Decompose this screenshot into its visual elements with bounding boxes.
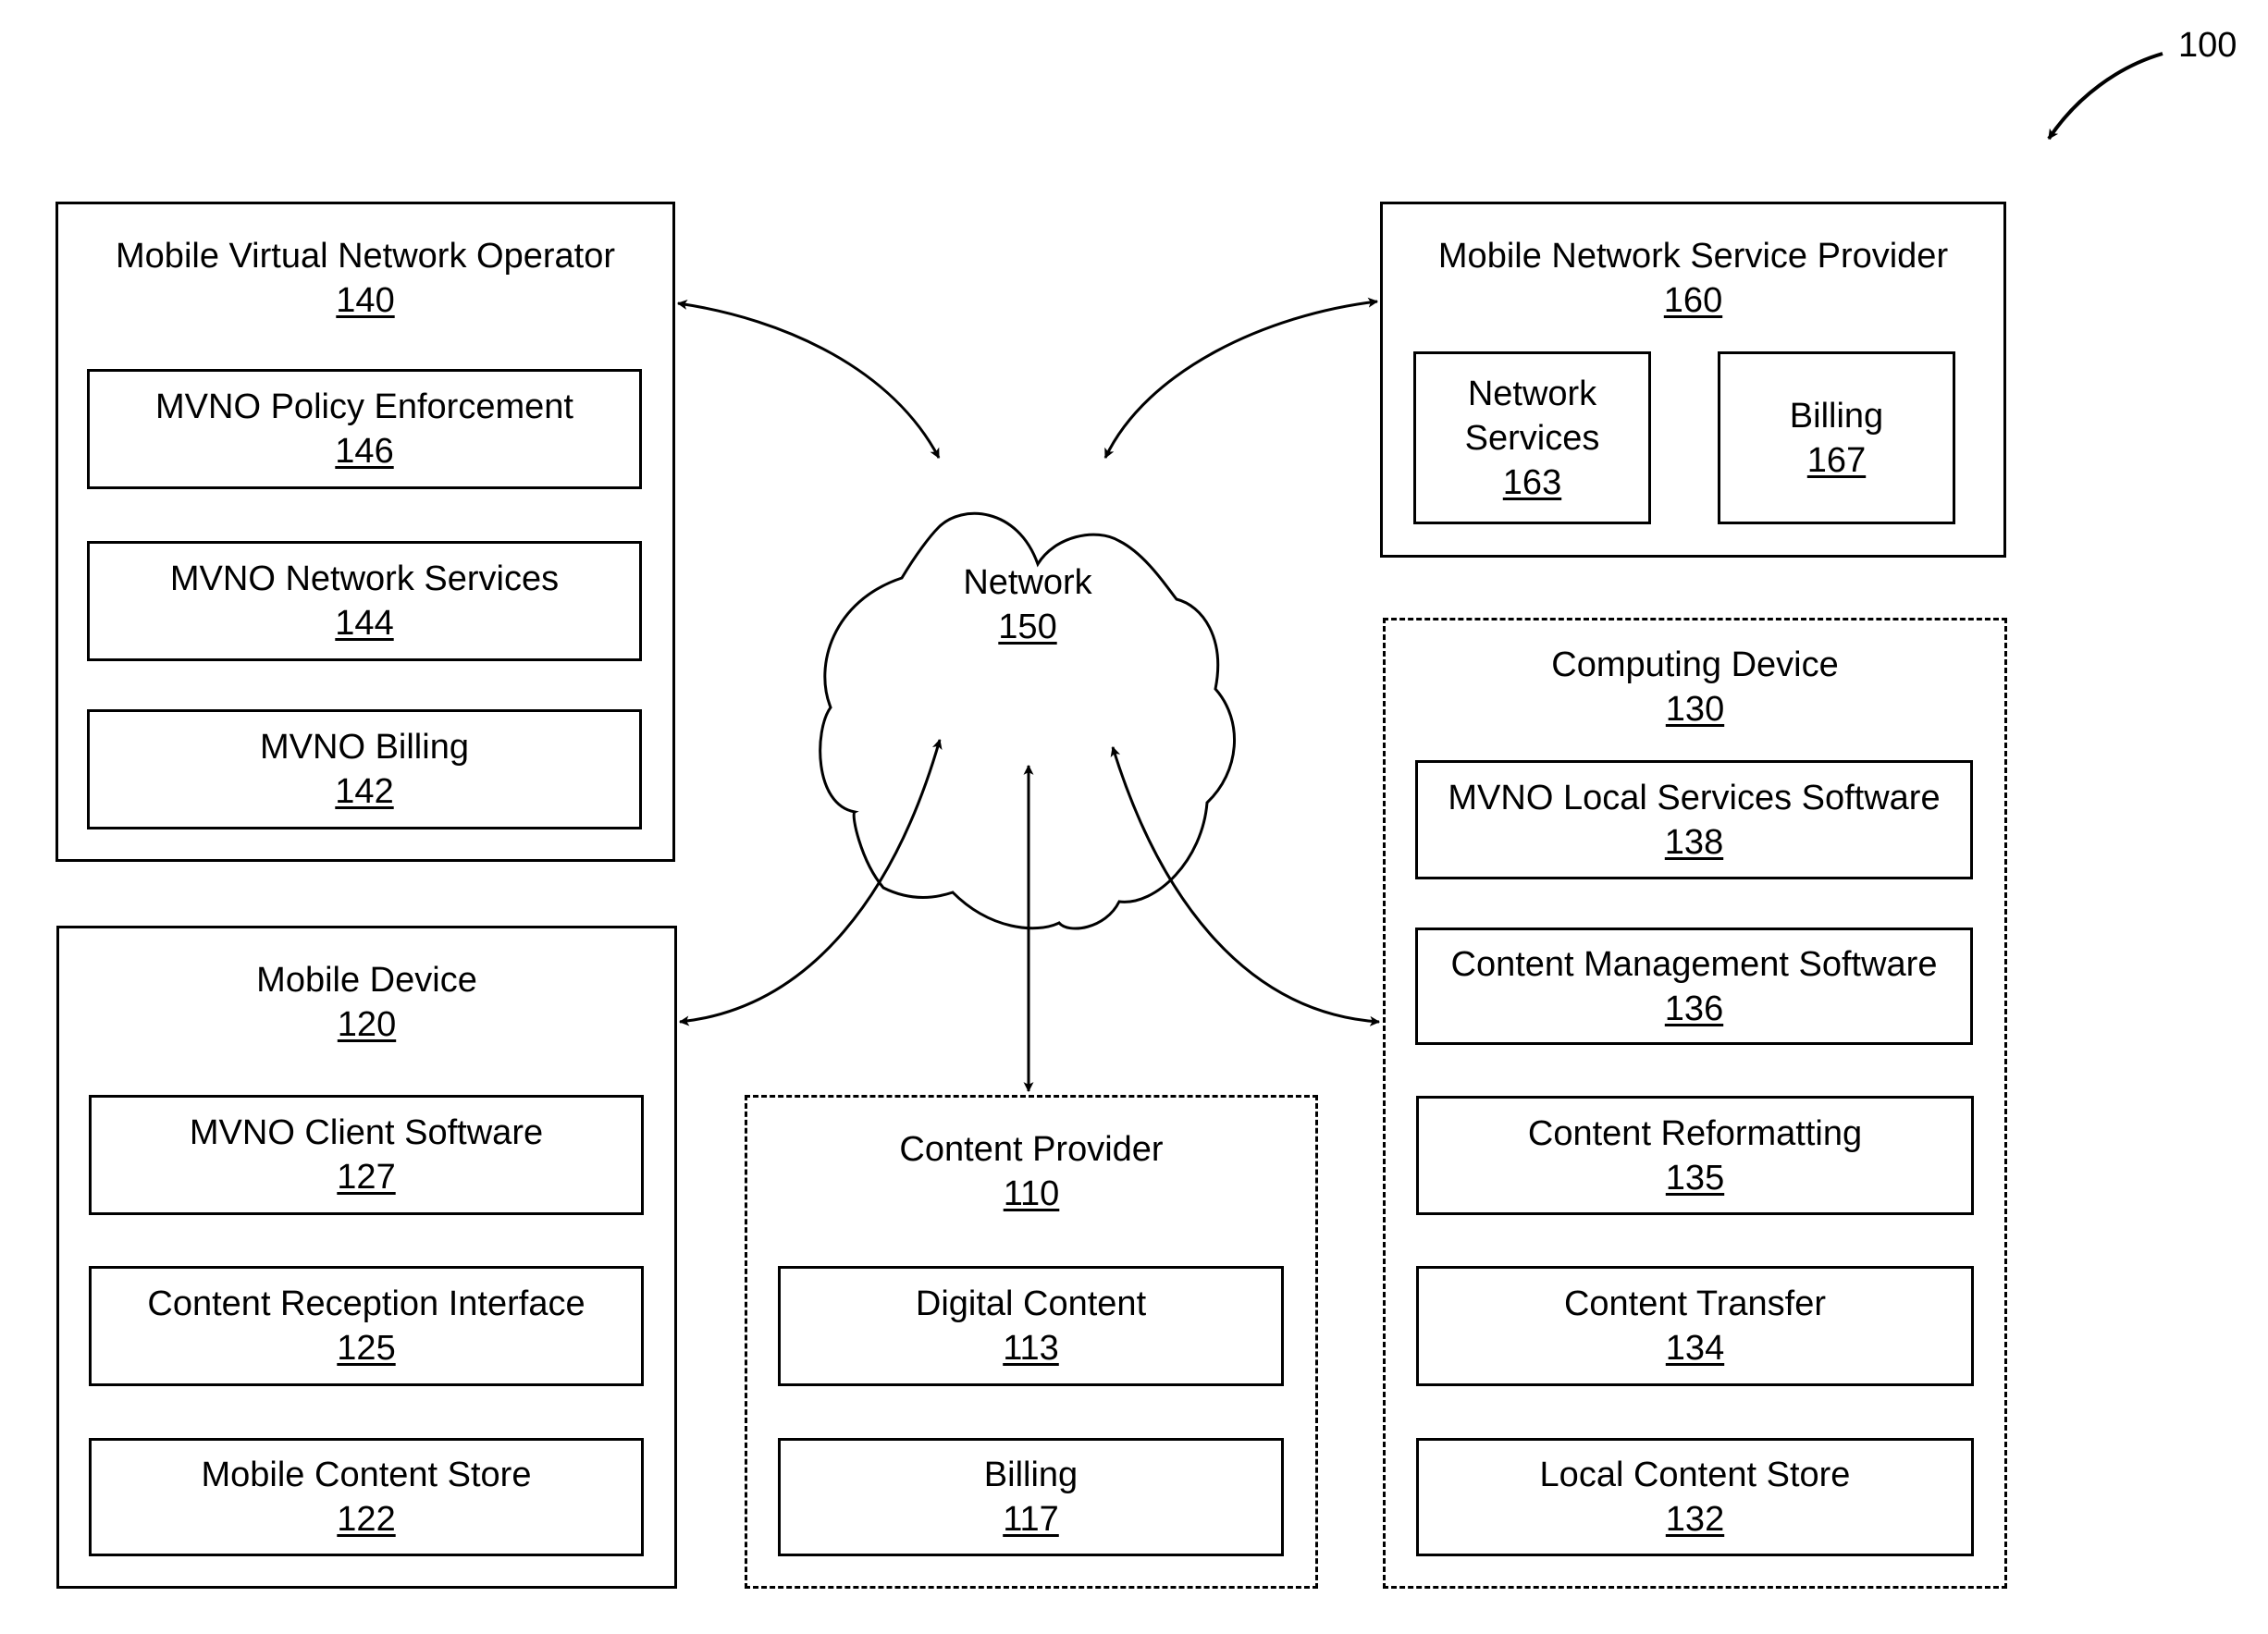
mnsp-title: Mobile Network Service Provider 160 — [1383, 234, 2003, 323]
component-ref: 146 — [335, 432, 394, 471]
network-label: Network 150 — [935, 560, 1120, 649]
component-ref: 122 — [337, 1500, 396, 1539]
component-ref: 144 — [335, 604, 394, 643]
mvno-billing-box: MVNO Billing 142 — [87, 709, 642, 829]
component-ref: 134 — [1665, 1329, 1725, 1368]
mobile-device-title: Mobile Device 120 — [59, 958, 674, 1047]
content-reception-interface-box: Content Reception Interface 125 — [89, 1266, 644, 1386]
component-label: Digital Content — [915, 1284, 1147, 1323]
component-label: Content Transfer — [1563, 1284, 1827, 1323]
content-provider-billing-box: Billing 117 — [778, 1438, 1284, 1556]
component-ref: 135 — [1665, 1158, 1725, 1198]
component-label: MVNO Client Software — [189, 1113, 544, 1152]
link-mnsp-network — [1103, 297, 1379, 459]
component-ref: 163 — [1502, 462, 1562, 502]
figure-ref-label: 100 — [2178, 26, 2237, 65]
mnsp-billing-box: Billing 167 — [1718, 351, 1955, 524]
mvno-local-services-box: MVNO Local Services Software 138 — [1415, 760, 1973, 879]
component-ref: 132 — [1665, 1500, 1725, 1539]
component-ref: 127 — [337, 1158, 396, 1197]
mvno-network-services-box: MVNO Network Services 144 — [87, 541, 642, 661]
component-label: Content Reception Interface — [147, 1284, 585, 1323]
component-label: Services — [1464, 418, 1600, 458]
local-content-store-box: Local Content Store 132 — [1416, 1438, 1974, 1556]
digital-content-box: Digital Content 113 — [778, 1266, 1284, 1386]
mobile-device-ref: 120 — [337, 1005, 397, 1044]
content-transfer-box: Content Transfer 134 — [1416, 1266, 1974, 1386]
content-provider-ref: 110 — [1003, 1174, 1060, 1213]
component-label: Content Reformatting — [1527, 1113, 1863, 1153]
component-ref: 125 — [337, 1329, 396, 1368]
network-ref: 150 — [998, 608, 1057, 646]
component-label: Content Management Software — [1450, 944, 1938, 984]
mvno-label: Mobile Virtual Network Operator — [116, 237, 615, 276]
mvno-client-software-box: MVNO Client Software 127 — [89, 1095, 644, 1215]
component-label: MVNO Billing — [260, 728, 469, 767]
mnsp-ref: 160 — [1663, 281, 1723, 320]
component-ref: 113 — [1003, 1329, 1059, 1368]
component-label: MVNO Network Services — [169, 559, 560, 598]
component-label: Local Content Store — [1539, 1456, 1851, 1494]
content-management-box: Content Management Software 136 — [1415, 928, 1973, 1045]
computing-device-title: Computing Device 130 — [1386, 643, 2004, 731]
content-provider-title: Content Provider 110 — [747, 1127, 1315, 1216]
link-mvno-network — [676, 299, 941, 459]
component-ref: 167 — [1806, 440, 1867, 480]
component-ref: 117 — [1003, 1500, 1059, 1539]
component-ref: 138 — [1664, 822, 1724, 862]
component-label: Network — [1467, 374, 1597, 413]
component-label: Billing — [983, 1456, 1079, 1494]
content-reformatting-box: Content Reformatting 135 — [1416, 1096, 1974, 1215]
computing-device-label: Computing Device — [1551, 645, 1839, 684]
component-label: MVNO Local Services Software — [1448, 778, 1941, 817]
network-services-box: Network Services 163 — [1413, 351, 1651, 524]
component-label: MVNO Policy Enforcement — [155, 387, 573, 426]
mvno-policy-enforcement-box: MVNO Policy Enforcement 146 — [87, 369, 642, 489]
component-ref: 142 — [335, 772, 394, 811]
component-label: Billing — [1789, 396, 1884, 436]
mobile-device-label: Mobile Device — [256, 961, 477, 1000]
component-label: Mobile Content Store — [201, 1456, 532, 1494]
mnsp-label: Mobile Network Service Provider — [1437, 237, 1949, 276]
computing-device-ref: 130 — [1665, 690, 1725, 729]
mvno-title: Mobile Virtual Network Operator 140 — [58, 234, 672, 323]
content-provider-label: Content Provider — [899, 1130, 1164, 1169]
mvno-ref: 140 — [336, 281, 395, 320]
figure-ref-arrow — [2047, 52, 2163, 141]
component-ref: 136 — [1664, 989, 1724, 1028]
network-title: Network — [963, 563, 1092, 602]
mobile-content-store-box: Mobile Content Store 122 — [89, 1438, 644, 1556]
